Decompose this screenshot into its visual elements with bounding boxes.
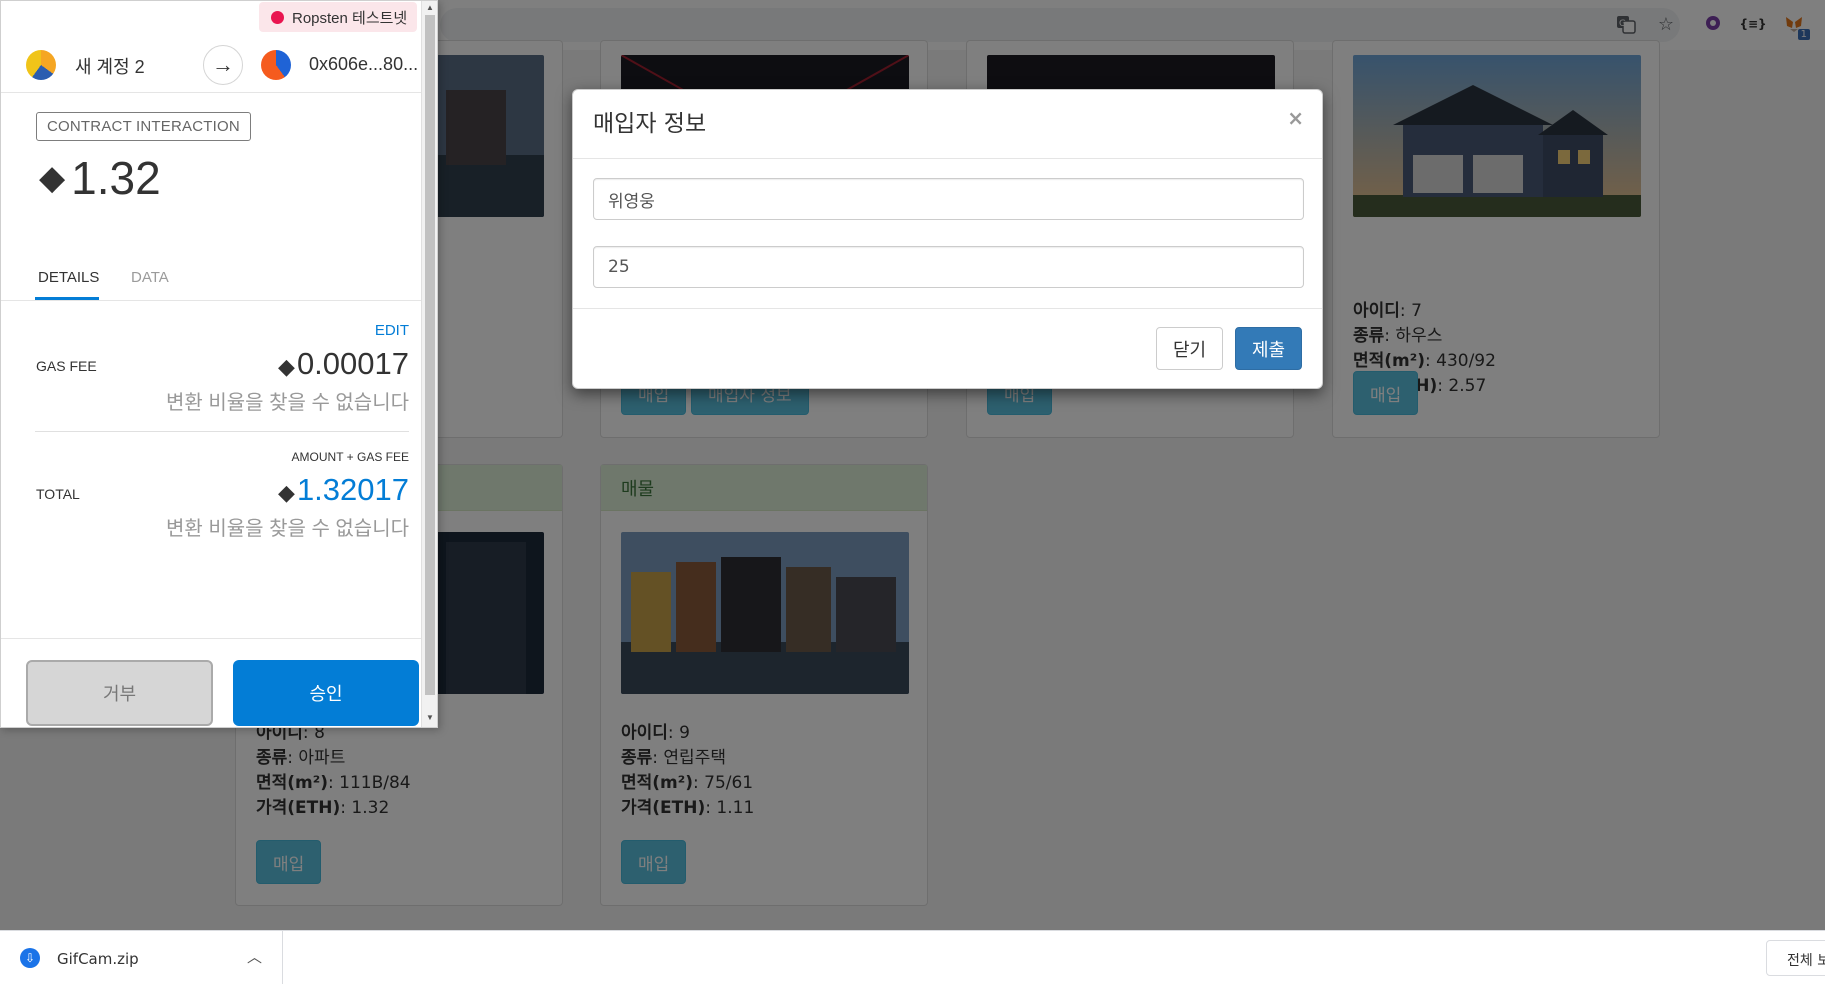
amount-gas-label: AMOUNT + GAS FEE — [291, 450, 409, 464]
download-file-icon: ⇩ — [20, 948, 40, 968]
approve-button[interactable]: 승인 — [233, 660, 419, 726]
divider — [1, 638, 421, 639]
arrow-right-icon: → — [203, 45, 243, 85]
eth-icon: ◆ — [278, 481, 295, 506]
scroll-down-icon[interactable]: ▼ — [426, 713, 434, 722]
download-shelf: ⇩ GifCam.zip ︿ 전체 보 — [0, 930, 1825, 984]
tab-details[interactable]: DETAILS — [38, 269, 99, 286]
tab-data[interactable]: DATA — [131, 269, 169, 286]
chevron-up-icon[interactable]: ︿ — [247, 946, 262, 967]
contract-interaction-badge: CONTRACT INTERACTION — [36, 112, 251, 141]
amount-value: 1.32 — [71, 152, 161, 204]
gas-fee-label: GAS FEE — [36, 358, 97, 374]
divider — [282, 931, 283, 984]
network-status-dot — [271, 10, 284, 24]
modal-title: 매입자 정보 — [593, 111, 707, 137]
network-name: Ropsten 테스트넷 — [292, 9, 408, 27]
to-address: 0x606e...80... — [309, 54, 419, 74]
total-value: ◆1.32017 — [278, 472, 409, 507]
metamask-confirm-popup: Ropsten 테스트넷 새 계정 2 → 0x606e...80... CON… — [0, 0, 438, 728]
total-conversion: 변환 비율을 찾을 수 없습니다 — [165, 518, 409, 540]
download-filename[interactable]: GifCam.zip — [57, 950, 139, 968]
divider — [573, 158, 1322, 159]
gas-fee-conversion: 변환 비율을 찾을 수 없습니다 — [165, 392, 409, 414]
from-account-avatar — [26, 50, 56, 80]
reject-button[interactable]: 거부 — [26, 660, 213, 726]
submit-button[interactable]: 제출 — [1235, 327, 1302, 370]
buyer-info-modal: 매입자 정보 × 위영웅 25 닫기 제출 — [572, 89, 1323, 389]
eth-icon: ◆ — [278, 355, 295, 380]
network-indicator[interactable]: Ropsten 테스트넷 — [259, 2, 418, 32]
gas-fee-value: ◆0.00017 — [278, 346, 409, 381]
popup-scrollbar[interactable]: ▲ ▼ — [421, 1, 437, 727]
modal-close-icon[interactable]: × — [1287, 106, 1304, 130]
divider — [35, 431, 409, 432]
scroll-up-icon[interactable]: ▲ — [426, 3, 434, 12]
buyer-name-input[interactable]: 위영웅 — [593, 178, 1304, 220]
to-account-avatar — [261, 50, 291, 80]
close-button[interactable]: 닫기 — [1156, 327, 1223, 370]
account-row: 새 계정 2 → 0x606e...80... — [1, 39, 421, 93]
edit-gas-link[interactable]: EDIT — [375, 322, 409, 339]
buyer-age-input[interactable]: 25 — [593, 246, 1304, 288]
show-all-button[interactable]: 전체 보 — [1766, 940, 1825, 976]
scrollbar-thumb[interactable] — [425, 15, 435, 695]
from-account-name: 새 계정 2 — [75, 57, 145, 77]
total-label: TOTAL — [36, 486, 80, 502]
transaction-amount: ◆ 1.32 — [39, 151, 161, 205]
divider — [1, 300, 421, 301]
eth-icon: ◆ — [39, 158, 66, 198]
divider — [573, 308, 1322, 309]
